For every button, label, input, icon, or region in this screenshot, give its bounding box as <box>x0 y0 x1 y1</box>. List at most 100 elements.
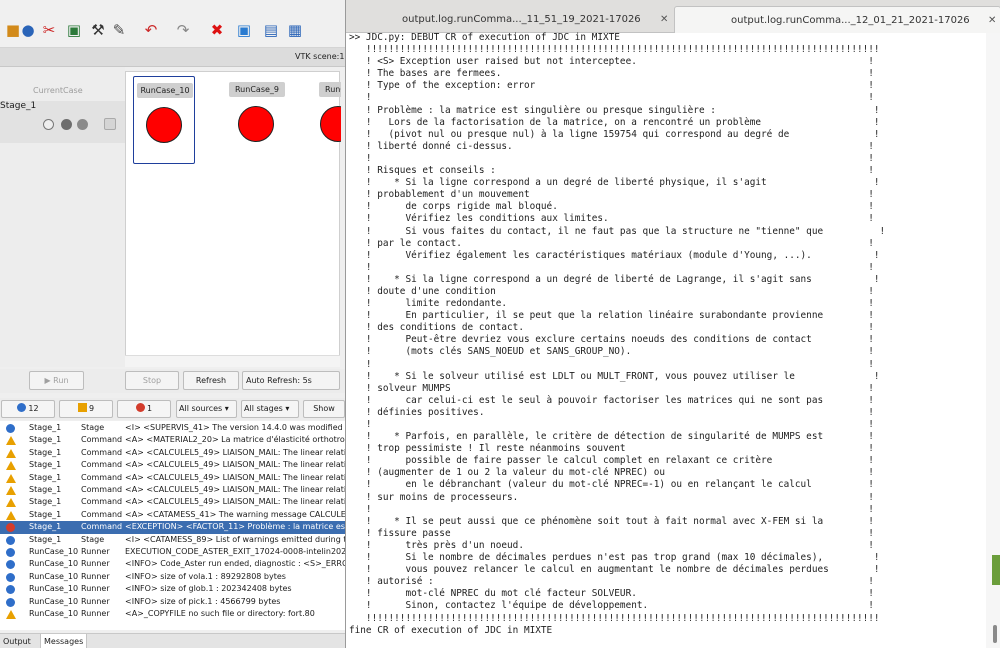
info-icon <box>6 560 15 570</box>
run-button[interactable]: ▶ Run <box>29 371 84 390</box>
asterstudy-panel: ■ ● ✂ ▣ ⚒ ✎ ↶ ↷ ✖ ▣ ▤ ▦ VTK scene:1 - Cu… <box>0 0 350 648</box>
message-text: <A> <CALCULEL5_49> LIAISON_MAIL: The lin… <box>125 472 345 482</box>
message-row[interactable]: Stage_1 Command <A> <CALCULEL5_49> LIAISON… <box>0 472 345 484</box>
message-row[interactable]: Stage_1 Command <A> <CALCULEL5_49> LIAISON… <box>0 459 345 471</box>
message-type: Runner <box>81 571 110 581</box>
message-row[interactable]: RunCase_10 Runner <INFO> Code_Aster run en… <box>0 558 345 570</box>
message-row[interactable]: RunCase_10 Runner <INFO> size of vola.1 : … <box>0 571 345 583</box>
message-text: <INFO> size of vola.1 : 89292808 bytes <box>125 571 286 581</box>
document-icon[interactable]: ▤ <box>262 21 280 39</box>
message-row[interactable]: RunCase_10 Runner <INFO> size of pick.1 : … <box>0 596 345 608</box>
stop-button[interactable]: Stop <box>125 371 179 390</box>
message-text: <A> <CALCULEL5_49> LIAISON_MAIL: The lin… <box>125 497 345 507</box>
warning-icon <box>77 403 87 412</box>
message-filter-bar: 12 9 1 All sources ▾ All stages ▾ Show <box>0 398 345 420</box>
warning-icon <box>6 473 16 483</box>
run-case-label: RunCase_9 <box>229 82 285 97</box>
stage-option-icon[interactable] <box>104 118 116 130</box>
warning-icon <box>6 486 16 495</box>
run-case-card[interactable]: RunCase_10 <box>133 76 195 164</box>
message-type: Command <box>81 460 123 470</box>
current-case-label: CurrentCase <box>33 86 83 95</box>
message-type: Stage <box>81 423 105 432</box>
side-accent <box>992 555 1000 585</box>
main-toolbar: ■ ● ✂ ▣ ⚒ ✎ ↶ ↷ ✖ ▣ ▤ ▦ <box>0 0 345 48</box>
message-text: <A> <CATAMESS_41> The warning message CA… <box>125 509 345 519</box>
close-icon[interactable]: ✕ <box>660 6 668 33</box>
tab-output[interactable]: Output <box>0 634 34 648</box>
message-row[interactable]: Stage_1 Command <A> <CALCULEL5_49> LIAISON… <box>0 484 345 496</box>
message-text: EXECUTION_CODE_ASTER_EXIT_17024-0008-int… <box>125 547 345 556</box>
tools-icon[interactable]: ⚒ <box>89 21 107 39</box>
info-filter-button[interactable]: 12 <box>1 400 55 418</box>
message-stage: Stage_1 <box>29 435 62 445</box>
show-button[interactable]: Show <box>303 400 345 418</box>
message-type: Runner <box>81 559 110 569</box>
message-stage: Stage_1 <box>29 423 62 432</box>
message-text: <INFO> size of pick.1 : 4566799 bytes <box>125 596 281 606</box>
globe-icon[interactable]: ● <box>19 21 37 39</box>
message-stage: RunCase_10 <box>29 571 79 581</box>
message-row[interactable]: Stage_1 Command <A> <CALCULEL5_49> LIAISON… <box>0 496 345 508</box>
warning-filter-button[interactable]: 9 <box>59 400 113 418</box>
info-icon <box>6 572 15 582</box>
translate-icon[interactable]: ▣ <box>235 21 253 39</box>
source-filter-select[interactable]: All sources ▾ <box>176 400 237 418</box>
error-icon <box>135 403 145 412</box>
scissors-icon[interactable]: ✂ <box>40 21 58 39</box>
check-icon[interactable] <box>77 119 88 130</box>
message-type: Command <box>81 509 123 519</box>
message-row[interactable]: Stage_1 Command <EXCEPTION> <FACTOR_11> Pr… <box>0 521 345 534</box>
message-type: Runner <box>81 547 110 556</box>
message-row[interactable]: RunCase_10 Runner EXECUTION_CODE_ASTER_EXI… <box>0 546 345 558</box>
message-row[interactable]: RunCase_10 Runner <A>_COPYFILE no such fil… <box>0 608 345 620</box>
document-edit-icon[interactable]: ▦ <box>286 21 304 39</box>
error-filter-button[interactable]: 1 <box>117 400 171 418</box>
run-case-card[interactable]: RunCase_9 <box>226 76 288 164</box>
redo-icon[interactable]: ↷ <box>174 21 192 39</box>
info-icon <box>6 424 15 433</box>
warning-icon <box>6 436 16 446</box>
message-row[interactable]: Stage_1 Stage <I> <CATAMESS_89> List of wa… <box>0 534 345 546</box>
message-row[interactable]: RunCase_10 Runner <INFO> size of glob.1 : … <box>0 583 345 595</box>
message-stage: RunCase_10 <box>29 596 79 606</box>
warning-icon <box>6 510 16 520</box>
message-row[interactable]: Stage_1 Command <A> <MATERIAL2_20> La matr… <box>0 434 345 446</box>
message-stage: Stage_1 <box>29 522 62 532</box>
horizontal-scrollbar[interactable] <box>125 355 340 367</box>
message-row[interactable]: Stage_1 Command <A> <CALCULEL5_49> LIAISON… <box>0 447 345 459</box>
delete-icon[interactable]: ✖ <box>208 21 226 39</box>
edit-icon[interactable]: ✎ <box>110 21 128 39</box>
run-case-label: RunC <box>319 82 341 97</box>
add-stage-icon[interactable] <box>43 119 54 130</box>
image-icon[interactable]: ▣ <box>65 21 83 39</box>
scrollbar-thumb[interactable] <box>993 625 997 643</box>
refresh-button[interactable]: Refresh <box>183 371 239 390</box>
close-icon[interactable]: ✕ <box>988 7 996 34</box>
undo-icon[interactable]: ↶ <box>142 21 160 39</box>
message-stage: Stage_1 <box>29 534 62 544</box>
stage-label: Stage_1 <box>0 101 37 111</box>
message-type: Command <box>81 485 123 494</box>
message-stage: Stage_1 <box>29 497 62 507</box>
message-text: <I> <SUPERVIS_41> The version 14.4.0 was… <box>125 423 345 432</box>
auto-refresh-select[interactable]: Auto Refresh: 5s <box>242 371 340 390</box>
message-row[interactable]: Stage_1 Stage <I> <SUPERVIS_41> The versio… <box>0 422 345 434</box>
message-row[interactable]: Stage_1 Command <A> <CATAMESS_41> The warn… <box>0 509 345 521</box>
editor-tab[interactable]: output.log.runComma..._11_51_19_2021-170… <box>346 6 674 33</box>
warning-icon <box>6 448 16 458</box>
stage-filter-select[interactable]: All stages ▾ <box>241 400 299 418</box>
message-type: Command <box>81 472 123 482</box>
tab-messages[interactable]: Messages <box>40 634 88 648</box>
editor-tab-active[interactable]: output.log.runComma..._12_01_21_2021-170… <box>674 6 1000 33</box>
run-case-card[interactable]: RunC <box>316 76 341 164</box>
message-list: Stage_1 Stage <I> <SUPERVIS_41> The versio… <box>0 421 345 630</box>
log-text[interactable]: >> JDC.py: DEBUT CR of execution of JDC … <box>346 32 986 648</box>
info-icon <box>6 548 15 557</box>
message-type: Command <box>81 447 123 457</box>
warning-icon <box>6 498 16 508</box>
editor-tab-bar: output.log.runComma..._11_51_19_2021-170… <box>346 0 1000 33</box>
message-text: <A> <CALCULEL5_49> LIAISON_MAIL: The lin… <box>125 447 345 457</box>
message-type: Runner <box>81 584 110 594</box>
stage-status-icon[interactable] <box>61 119 72 130</box>
